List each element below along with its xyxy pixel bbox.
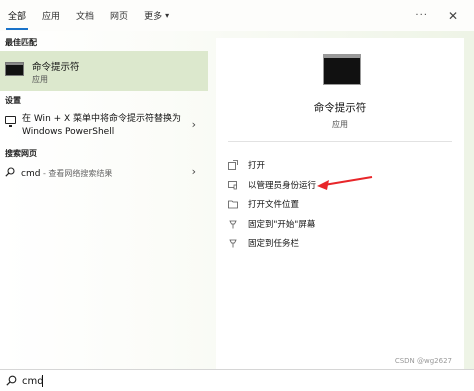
chevron-right-icon[interactable]: › xyxy=(192,165,196,178)
action-open[interactable]: 打开 xyxy=(228,157,428,173)
details-subtitle: 应用 xyxy=(332,120,348,129)
settings-heading: 设置 xyxy=(5,96,21,105)
text-caret xyxy=(42,375,43,387)
web-search-result[interactable]: cmd - 查看网络搜索结果 › xyxy=(0,164,208,184)
results-pane: 最佳匹配 命令提示符 应用 设置 在 Win + X 菜单中将命令提示符替换为 … xyxy=(0,31,212,369)
tab-label: 文档 xyxy=(76,12,95,22)
tab-label: 全部 xyxy=(8,12,27,22)
shield-admin-icon xyxy=(228,181,237,190)
settings-result-text: 在 Win + X 菜单中将命令提示符替换为 Windows PowerShel… xyxy=(22,114,182,137)
best-match-heading: 最佳匹配 xyxy=(5,38,37,47)
monitor-icon xyxy=(5,116,16,127)
search-input[interactable] xyxy=(22,373,222,389)
divider xyxy=(228,141,452,142)
tab-documents[interactable]: 文档 xyxy=(68,0,102,31)
action-label: 固定到任务栏 xyxy=(248,239,300,249)
search-bar xyxy=(0,369,474,391)
action-label: 打开 xyxy=(248,161,266,171)
watermark: CSDN @wg2627 xyxy=(394,357,452,365)
close-icon[interactable]: ✕ xyxy=(448,9,458,23)
best-match-subtitle: 应用 xyxy=(32,75,48,84)
web-query-text: cmd xyxy=(21,169,41,179)
best-match-title: 命令提示符 xyxy=(32,62,80,73)
folder-icon xyxy=(228,200,238,209)
best-match-item[interactable]: 命令提示符 应用 xyxy=(0,51,208,91)
tab-more[interactable]: 更多 ▾ xyxy=(136,0,177,31)
tab-label: 应用 xyxy=(42,12,61,22)
action-label: 固定到"开始"屏幕 xyxy=(248,220,316,230)
tab-apps[interactable]: 应用 xyxy=(34,0,68,31)
action-run-as-admin[interactable]: 以管理员身份运行 xyxy=(228,177,428,193)
start-search-window: 全部 应用 文档 网页 更多 ▾ ··· ✕ 最佳匹配 命令提示符 应用 设置 在… xyxy=(0,0,474,391)
action-pin-to-start[interactable]: 固定到"开始"屏幕 xyxy=(228,216,428,232)
filter-tab-bar: 全部 应用 文档 网页 更多 ▾ ··· ✕ xyxy=(0,0,474,31)
terminal-icon xyxy=(323,54,361,85)
pin-icon xyxy=(229,239,237,248)
chevron-right-icon[interactable]: › xyxy=(192,118,196,131)
details-pane: 命令提示符 应用 打开 以管理员身份运行 打开文件位置 固定到"开始"屏幕 固定… xyxy=(216,38,464,369)
action-pin-to-taskbar[interactable]: 固定到任务栏 xyxy=(228,235,428,251)
tab-web[interactable]: 网页 xyxy=(102,0,136,31)
web-query-hint: - 查看网络搜索结果 xyxy=(40,169,113,178)
settings-result-item[interactable]: 在 Win + X 菜单中将命令提示符替换为 Windows PowerShel… xyxy=(0,111,208,141)
terminal-icon xyxy=(5,62,24,76)
tab-all[interactable]: 全部 xyxy=(0,0,34,31)
ellipsis-icon[interactable]: ··· xyxy=(415,10,428,21)
pin-icon xyxy=(229,220,237,229)
open-icon xyxy=(228,160,238,170)
action-label: 打开文件位置 xyxy=(248,200,300,210)
action-open-file-location[interactable]: 打开文件位置 xyxy=(228,196,428,212)
search-icon xyxy=(5,167,15,177)
web-search-heading: 搜索网页 xyxy=(5,149,37,158)
search-icon xyxy=(6,375,17,386)
action-label: 以管理员身份运行 xyxy=(248,181,317,191)
chevron-down-icon: ▾ xyxy=(165,11,170,20)
tab-label: 网页 xyxy=(110,12,129,22)
tab-label: 更多 xyxy=(144,12,163,22)
details-title: 命令提示符 xyxy=(313,102,367,114)
